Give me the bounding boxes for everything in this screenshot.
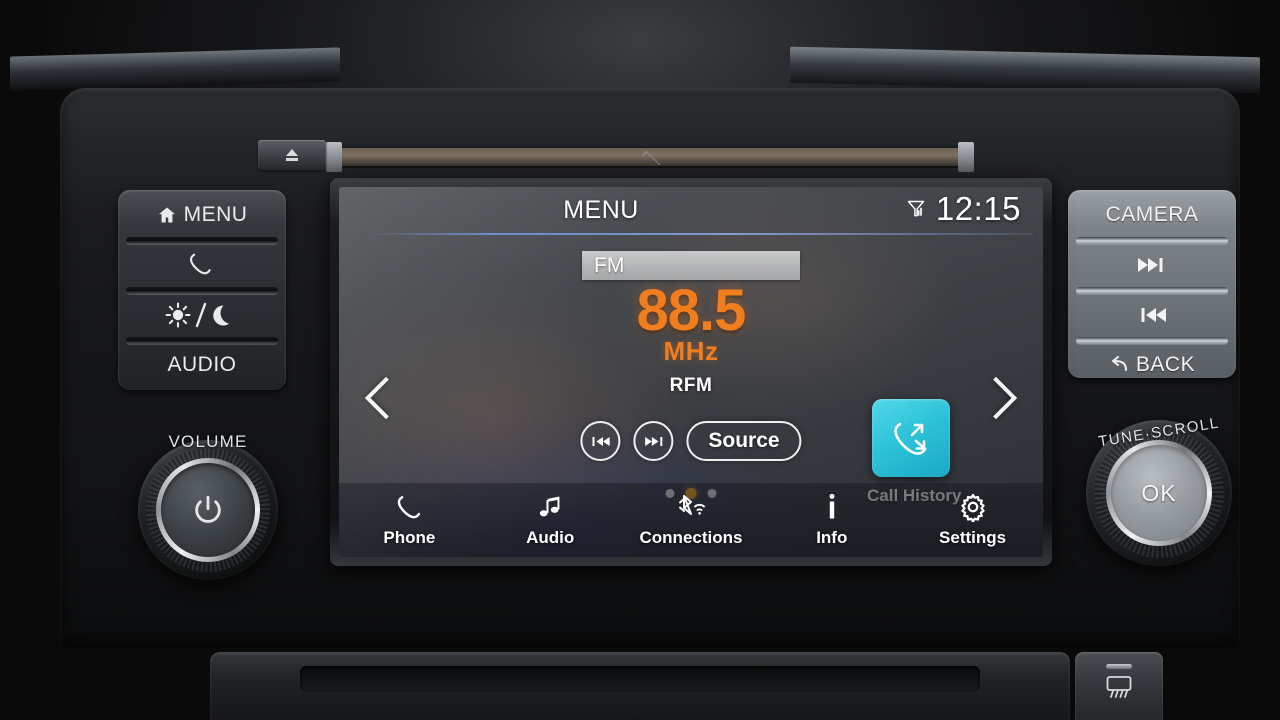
eject-icon <box>285 149 299 161</box>
eject-button[interactable] <box>258 140 326 170</box>
prev-track-icon <box>1137 306 1167 324</box>
camera-button[interactable]: CAMERA <box>1068 190 1236 240</box>
nav-item-connections[interactable]: Connections <box>621 490 762 548</box>
radio-band-label: FM <box>594 253 625 277</box>
tune-scroll-knob[interactable]: OK TUNE·SCROLL <box>1086 415 1232 566</box>
status-right-group: 12:15 <box>906 190 1021 228</box>
phone-handset-icon <box>185 251 213 279</box>
phone-button[interactable] <box>118 237 286 290</box>
rear-defrost-button[interactable] <box>1075 652 1163 720</box>
clock: 12:15 <box>935 190 1021 227</box>
nav-label-audio: Audio <box>526 528 575 547</box>
next-preset-button[interactable] <box>633 421 674 461</box>
menu-button[interactable]: MENU <box>118 190 286 240</box>
next-track-button[interactable] <box>1068 237 1236 290</box>
bluetooth-wifi-icon <box>671 490 711 524</box>
infotainment-screen[interactable]: MENU 12:15 FM 88.5 MHz RFM Source Phone … <box>339 187 1043 557</box>
radio-frequency-block: 88.5 MHz RFM <box>541 281 841 397</box>
audio-button-label: AUDIO <box>167 353 237 376</box>
cd-slot <box>340 146 960 168</box>
next-track-icon <box>643 435 664 448</box>
call-history-tile[interactable] <box>872 399 950 477</box>
nav-label-phone: Phone <box>383 528 436 547</box>
previous-preset-button[interactable] <box>580 421 621 461</box>
cd-slot-cap-right <box>958 142 974 172</box>
back-arrow-icon <box>1109 356 1129 374</box>
back-button-label: BACK <box>1135 353 1196 376</box>
ok-button[interactable]: OK <box>1111 445 1207 541</box>
next-track-icon <box>1137 256 1167 274</box>
camera-button-label: CAMERA <box>1105 203 1199 226</box>
radio-frequency-unit: MHz <box>663 336 719 367</box>
power-icon <box>191 493 225 527</box>
menu-button-label: MENU <box>183 203 248 226</box>
radio-frequency-value: 88.5 <box>636 278 747 343</box>
chevron-right-icon[interactable] <box>974 376 1018 420</box>
radio-station-name: RFM <box>669 375 713 397</box>
nav-label-info: Info <box>816 528 848 547</box>
source-button[interactable]: Source <box>686 421 802 461</box>
display-bezel: MENU 12:15 FM 88.5 MHz RFM Source Phone … <box>330 178 1052 566</box>
dash-trim-left <box>10 47 340 91</box>
day-night-button[interactable] <box>118 287 286 340</box>
cd-slot-cap-left <box>326 142 342 172</box>
power-button[interactable] <box>161 463 255 557</box>
bottom-navigation-bar: Phone Audio Connections Info Settings <box>339 483 1043 557</box>
status-bar: MENU 12:15 <box>339 187 1043 235</box>
audio-button[interactable]: AUDIO <box>118 337 286 390</box>
nav-item-audio[interactable]: Audio <box>480 490 621 548</box>
main-content-area: FM 88.5 MHz RFM Source <box>339 233 1043 505</box>
volume-knob-label: VOLUME <box>168 432 248 451</box>
transport-controls: Source <box>580 421 802 461</box>
nav-label-connections: Connections <box>639 528 743 547</box>
back-button[interactable]: BACK <box>1068 337 1236 378</box>
radio-band-bar[interactable]: FM <box>582 251 800 280</box>
source-button-label: Source <box>708 429 780 452</box>
lower-dash-tray <box>210 652 1070 720</box>
music-note-icon <box>536 490 564 524</box>
dash-trim-right <box>790 46 1260 94</box>
sun-moon-icon <box>164 302 233 328</box>
nav-label-settings: Settings <box>939 528 1007 547</box>
antenna-signal-icon <box>906 199 926 219</box>
home-icon <box>157 205 177 225</box>
chevron-left-icon[interactable] <box>364 376 408 420</box>
info-icon <box>820 490 844 524</box>
right-button-panel: CAMERA BACK <box>1068 190 1236 378</box>
phone-handset-icon <box>394 490 424 524</box>
gear-icon <box>958 490 988 524</box>
ok-button-label: OK <box>1141 479 1177 506</box>
call-history-icon <box>887 414 935 462</box>
left-button-panel: MENU AUDIO <box>118 190 286 390</box>
volume-knob[interactable]: VOLUME <box>138 432 278 580</box>
car-dashboard: MENU AUDIO CAMERA BACK VOLUME OK TUNE·SC… <box>0 0 1280 720</box>
prev-track-icon <box>590 435 611 448</box>
nav-item-settings[interactable]: Settings <box>902 490 1043 548</box>
nav-item-phone[interactable]: Phone <box>339 490 480 548</box>
rear-defrost-icon <box>1103 672 1135 700</box>
previous-track-button[interactable] <box>1068 287 1236 340</box>
nav-item-info[interactable]: Info <box>761 490 902 548</box>
